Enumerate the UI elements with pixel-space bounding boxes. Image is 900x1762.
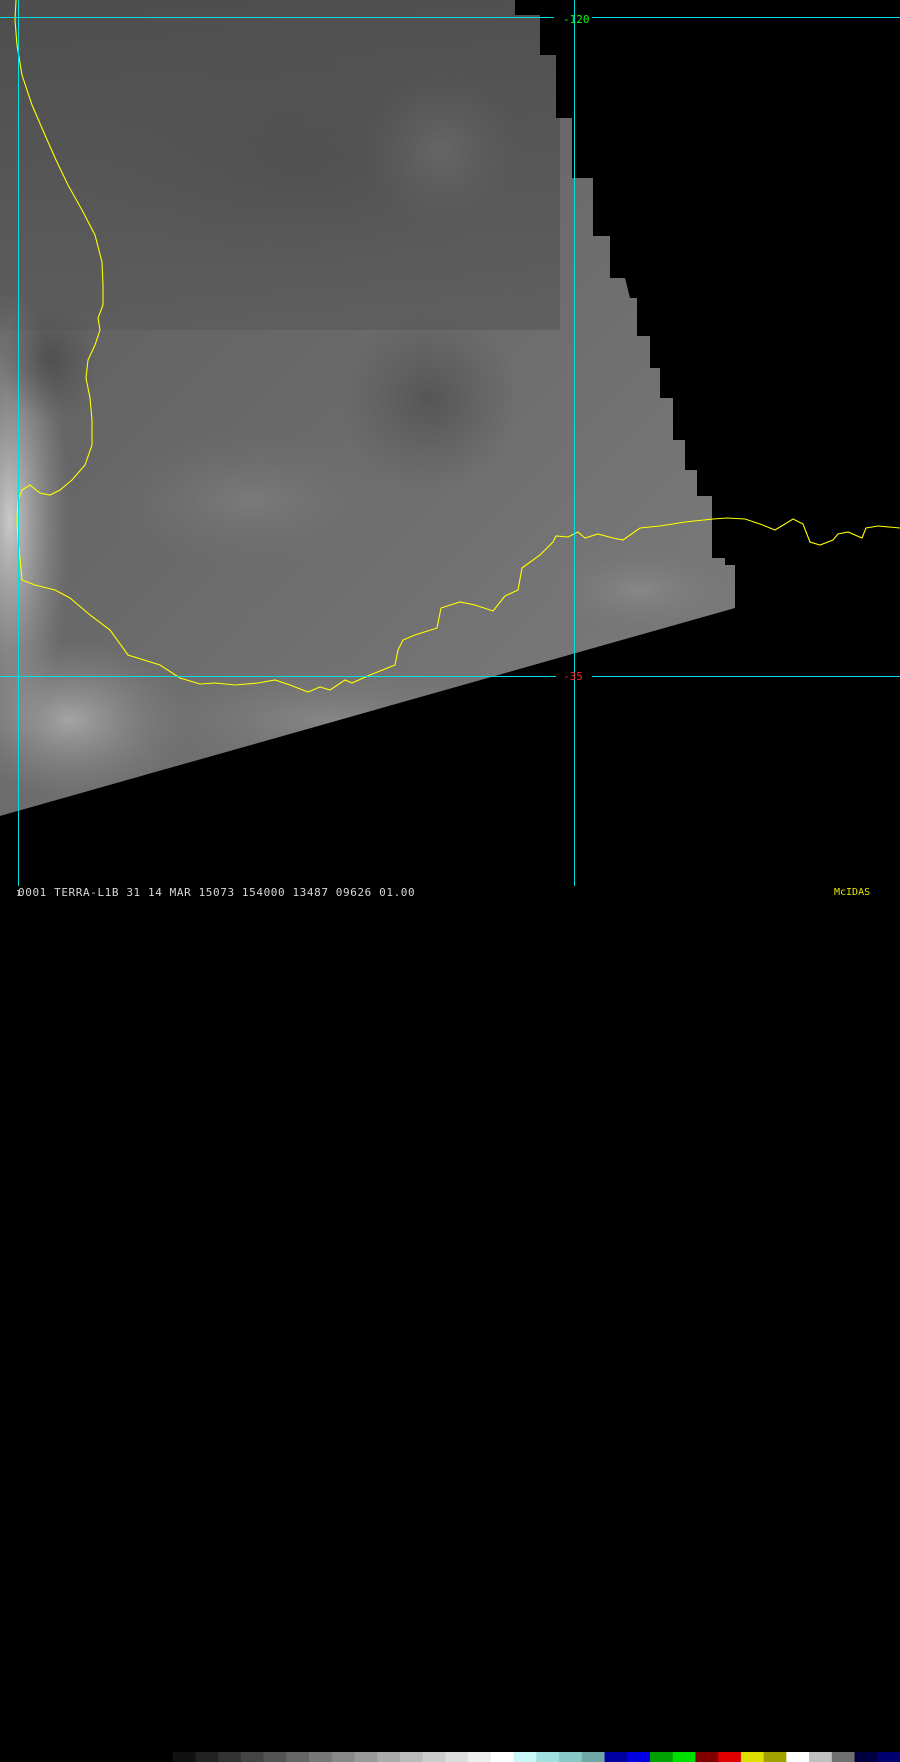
light-patch-northeast xyxy=(360,70,520,230)
colorbar-segment xyxy=(445,1752,469,1762)
colorbar-segment xyxy=(331,1752,356,1762)
colorbar-segment xyxy=(513,1752,537,1762)
colorbar-segment xyxy=(490,1752,515,1762)
colorbar-segment xyxy=(809,1752,833,1762)
colorbar-segment xyxy=(718,1752,742,1762)
colorbar-segment xyxy=(831,1752,856,1762)
colorbar-segment xyxy=(536,1752,560,1762)
colorbar-segment xyxy=(263,1752,287,1762)
colorbar xyxy=(150,1752,900,1762)
colorbar-segment xyxy=(309,1752,333,1762)
colorbar-segment xyxy=(672,1752,696,1762)
status-bar: 1 0001 TERRA-L1B 31 14 MAR 15073 154000 … xyxy=(0,886,900,900)
colorbar-segment xyxy=(377,1752,401,1762)
colorbar-segment xyxy=(150,1752,174,1762)
latitude-label: -35 xyxy=(563,670,583,683)
satellite-image-view: -120 -35 xyxy=(0,0,900,900)
colorbar-segment xyxy=(286,1752,310,1762)
colorbar-segment xyxy=(559,1752,583,1762)
colorbar-segment xyxy=(786,1752,810,1762)
colorbar-segment xyxy=(195,1752,219,1762)
colorbar-segment xyxy=(422,1752,446,1762)
colorbar-segment xyxy=(854,1752,878,1762)
colorbar-segment xyxy=(468,1752,492,1762)
colorbar-segment xyxy=(695,1752,719,1762)
colorbar-segment xyxy=(581,1752,606,1762)
colorbar-segment xyxy=(604,1752,628,1762)
image-info-text: 0001 TERRA-L1B 31 14 MAR 15073 154000 13… xyxy=(18,886,416,899)
cloud-mid-center xyxy=(100,430,400,570)
colorbar-segment xyxy=(650,1752,674,1762)
colorbar-segment xyxy=(740,1752,765,1762)
longitude-label: -120 xyxy=(563,13,590,26)
colorbar-segment xyxy=(240,1752,265,1762)
mcidas-logo: McIDAS xyxy=(834,887,871,898)
colorbar-segment xyxy=(172,1752,196,1762)
colorbar-segment xyxy=(877,1752,900,1762)
colorbar-segment xyxy=(354,1752,378,1762)
colorbar-segment xyxy=(400,1752,424,1762)
colorbar-segment xyxy=(763,1752,787,1762)
dark-patch-west xyxy=(0,300,100,420)
dark-patch-center xyxy=(340,310,520,490)
colorbar-segment xyxy=(627,1752,651,1762)
colorbar-segment xyxy=(218,1752,242,1762)
